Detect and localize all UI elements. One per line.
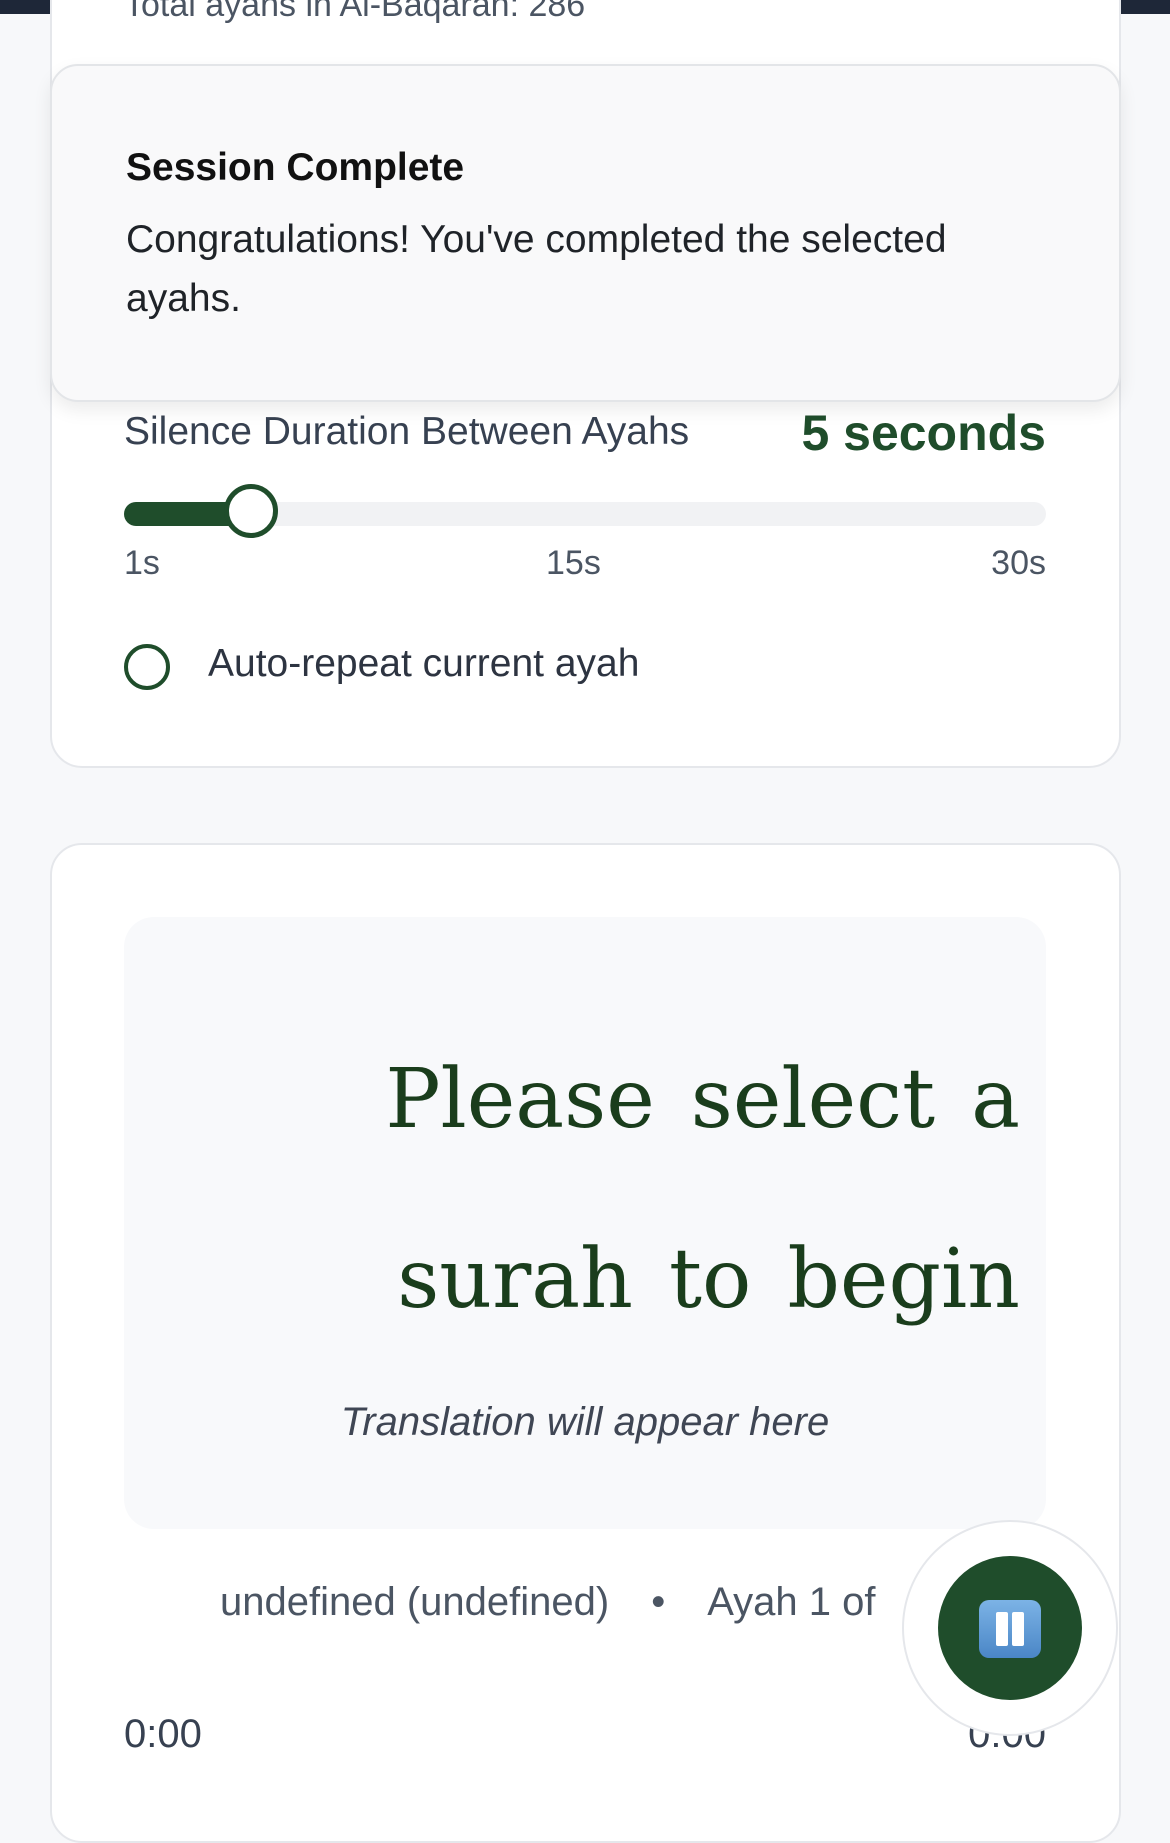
ayah-text: Please select a surah to begin — [385, 1052, 1020, 1327]
meta-separator: • — [651, 1580, 666, 1624]
ayah-position: Ayah 1 of — [707, 1580, 876, 1624]
time-current: 0:00 — [124, 1712, 202, 1756]
translation-text: Translation will appear here — [340, 1400, 830, 1444]
total-ayahs-text: Total ayahs in Al-Baqarah: 286 — [124, 0, 586, 24]
slider-max-label: 30s — [991, 544, 1046, 582]
pause-icon — [979, 1600, 1041, 1658]
auto-repeat-label[interactable]: Auto-repeat current ayah — [208, 642, 639, 686]
session-complete-toast[interactable]: Session Complete Congratulations! You've… — [50, 64, 1121, 402]
silence-duration-value: 5 seconds — [801, 405, 1046, 461]
ayah-meta-row: undefined (undefined) • Ayah 1 of — [220, 1580, 876, 1625]
toast-title: Session Complete — [126, 146, 465, 189]
silence-duration-label: Silence Duration Between Ayahs — [124, 410, 690, 453]
pause-bar-right — [1012, 1612, 1024, 1646]
silence-duration-slider[interactable] — [124, 484, 1046, 538]
auto-repeat-radio[interactable] — [124, 644, 170, 690]
slider-mid-label: 15s — [546, 544, 601, 582]
surah-info: undefined (undefined) — [220, 1580, 610, 1624]
slider-min-label: 1s — [124, 544, 160, 582]
slider-thumb[interactable] — [224, 484, 279, 538]
pause-bar-left — [996, 1612, 1008, 1646]
toast-message: Congratulations! You've completed the se… — [126, 218, 947, 320]
